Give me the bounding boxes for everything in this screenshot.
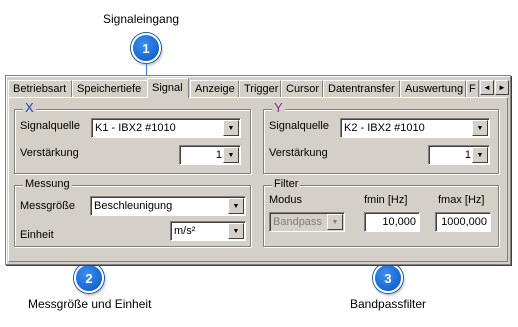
channel-x-legend: X — [23, 100, 36, 115]
channel-y-verstaerkung-value: 1 — [464, 149, 471, 161]
tab-scroll-right-button[interactable]: ► — [495, 80, 509, 95]
tab-anzeige[interactable]: Anzeige — [190, 80, 239, 97]
channel-y-verstaerkung-select[interactable]: 1 ▼ — [428, 145, 490, 165]
chevron-down-icon: ▼ — [327, 214, 343, 230]
tab-bar: Betriebsart Speichertiefe Signal Anzeige… — [8, 78, 509, 98]
channel-y-signalquelle-value: K2 - IBX2 #1010 — [344, 122, 425, 134]
filter-fmin-input[interactable]: 10,000 — [364, 212, 420, 232]
channel-y-group: Y Signalquelle K2 - IBX2 #1010 ▼ Verstär… — [263, 100, 499, 174]
tab-cursor[interactable]: Cursor — [281, 80, 323, 97]
channel-y-signalquelle-label: Signalquelle — [269, 120, 329, 132]
tab-datentransfer[interactable]: Datentransfer — [323, 80, 400, 97]
channel-x-verstaerkung-value: 1 — [215, 149, 222, 161]
messgroesse-select[interactable]: Beschleunigung ▼ — [90, 196, 246, 216]
tab-betriebsart[interactable]: Betriebsart — [8, 80, 72, 97]
channel-x-verstaerkung-label: Verstärkung — [20, 147, 79, 159]
messung-group: Messung Messgröße Beschleunigung ▼ Einhe… — [14, 178, 251, 247]
callout-1-text: Signaleingang — [103, 12, 180, 26]
chevron-down-icon[interactable]: ▼ — [228, 223, 244, 239]
tab-truncated[interactable]: F — [466, 80, 479, 97]
tab-trigger[interactable]: Trigger — [239, 80, 281, 97]
tab-scroll-left-button[interactable]: ◄ — [480, 80, 494, 95]
callout-2-text: Messgröße und Einheit — [28, 297, 152, 311]
callout-2-number: 2 — [85, 270, 93, 286]
chevron-down-icon[interactable]: ▼ — [472, 120, 488, 136]
filter-fmin-label: fmin [Hz] — [364, 194, 408, 206]
chevron-down-icon[interactable]: ▼ — [472, 147, 488, 163]
filter-fmax-input[interactable]: 1000,000 — [435, 212, 491, 232]
settings-panel: Betriebsart Speichertiefe Signal Anzeige… — [5, 75, 511, 265]
messgroesse-label: Messgröße — [20, 200, 76, 212]
channel-x-signalquelle-select[interactable]: K1 - IBX2 #1010 ▼ — [91, 118, 241, 138]
filter-modus-label: Modus — [269, 194, 303, 206]
messung-legend: Messung — [23, 178, 72, 190]
channel-y-verstaerkung-label: Verstärkung — [269, 147, 328, 159]
filter-group: Filter Modus fmin [Hz] fmax [Hz] Bandpas… — [263, 178, 499, 247]
einheit-label: Einheit — [20, 229, 54, 241]
filter-modus-select: Bandpass ▼ — [269, 212, 345, 232]
channel-x-group: X Signalquelle K1 - IBX2 #1010 ▼ Verstär… — [14, 100, 251, 174]
arrow-left-icon: ◄ — [483, 83, 491, 92]
callout-3-number: 3 — [384, 270, 392, 286]
messgroesse-value: Beschleunigung — [94, 200, 173, 212]
chevron-down-icon[interactable]: ▼ — [223, 120, 239, 136]
tab-speichertiefe[interactable]: Speichertiefe — [72, 80, 148, 97]
chevron-down-icon[interactable]: ▼ — [223, 147, 239, 163]
arrow-right-icon: ► — [498, 83, 506, 92]
callout-1-number: 1 — [142, 40, 150, 56]
filter-modus-value: Bandpass — [273, 216, 322, 228]
tab-signal[interactable]: Signal — [147, 78, 189, 98]
einheit-value: m/s² — [174, 225, 196, 237]
chevron-down-icon[interactable]: ▼ — [228, 198, 244, 214]
channel-x-signalquelle-label: Signalquelle — [20, 120, 80, 132]
channel-x-verstaerkung-select[interactable]: 1 ▼ — [179, 145, 241, 165]
channel-y-legend: Y — [272, 100, 285, 115]
signal-tab-content: X Signalquelle K1 - IBX2 #1010 ▼ Verstär… — [8, 97, 508, 262]
channel-x-signalquelle-value: K1 - IBX2 #1010 — [95, 122, 176, 134]
einheit-select[interactable]: m/s² ▼ — [170, 221, 246, 241]
callout-3-badge: 3 — [373, 263, 403, 293]
callout-1-badge: 1 — [131, 33, 161, 63]
channel-y-signalquelle-select[interactable]: K2 - IBX2 #1010 ▼ — [340, 118, 490, 138]
callout-2-badge: 2 — [74, 263, 104, 293]
filter-legend: Filter — [272, 178, 301, 190]
tab-auswertung[interactable]: Auswertung — [400, 80, 466, 97]
filter-fmax-label: fmax [Hz] — [438, 194, 485, 206]
callout-3-text: Bandpassfilter — [350, 297, 427, 311]
